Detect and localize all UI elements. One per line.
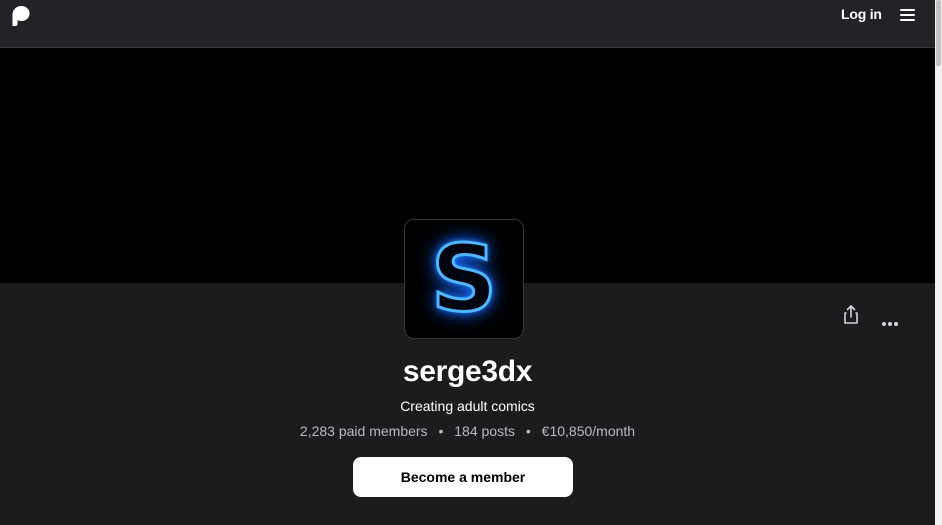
patreon-logo-icon[interactable] bbox=[8, 4, 32, 28]
creator-page: Log in S serge3dx Creating adult comics … bbox=[0, 0, 942, 525]
creator-name: serge3dx bbox=[402, 355, 533, 388]
scrollbar-thumb[interactable] bbox=[936, 0, 941, 66]
share-icon[interactable] bbox=[842, 305, 860, 325]
page-scrollbar[interactable] bbox=[935, 0, 942, 525]
creator-tagline: Creating adult comics bbox=[400, 398, 535, 414]
login-link[interactable]: Log in bbox=[841, 6, 882, 22]
avatar-letter-logo: S bbox=[429, 225, 498, 332]
top-navigation-bar: Log in bbox=[0, 0, 935, 48]
monthly-earnings: €10,850/month bbox=[541, 423, 636, 439]
more-options-icon[interactable] bbox=[882, 313, 900, 326]
posts-count: 184 posts bbox=[454, 423, 515, 439]
hamburger-menu-icon[interactable] bbox=[900, 9, 916, 23]
paid-members-count: 2,283 paid members bbox=[299, 423, 428, 439]
stats-separator: • bbox=[525, 423, 531, 439]
become-member-button[interactable]: Become a member bbox=[353, 457, 573, 497]
creator-stats: 2,283 paid members • 184 posts • €10,850… bbox=[0, 423, 935, 439]
creator-avatar: S bbox=[404, 219, 524, 339]
stats-separator: • bbox=[438, 423, 444, 439]
